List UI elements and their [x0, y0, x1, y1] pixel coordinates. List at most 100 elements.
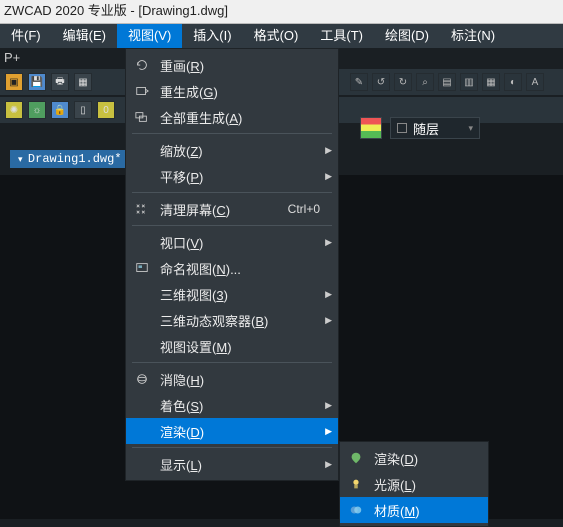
menu-item-label: 重画(R)	[160, 56, 204, 75]
submenu-arrow-icon: ▶	[325, 400, 332, 411]
render-submenu-item[interactable]: 光源(L)	[340, 471, 488, 497]
menu-item-label: 命名视图(N)...	[160, 259, 241, 278]
clean-icon	[132, 199, 152, 219]
view-menu-item[interactable]: 重生成(G)	[126, 78, 338, 104]
view-menu-item[interactable]: 渲染(D)▶	[126, 418, 338, 444]
menu-item-label: 着色(S)	[160, 396, 203, 415]
layer-dropdown[interactable]: 随层	[390, 117, 480, 139]
view-menu-item[interactable]: 消隐(H)	[126, 366, 338, 392]
menu-view[interactable]: 视图(V)	[117, 24, 182, 48]
view-menu-item[interactable]: 全部重生成(A)	[126, 104, 338, 130]
menu-insert[interactable]: 插入(I)	[182, 24, 242, 48]
light-icon	[346, 474, 366, 494]
view-menu-item[interactable]: 视口(V)▶	[126, 229, 338, 255]
layer-icon[interactable]: 🔒	[51, 101, 69, 119]
blank-icon	[132, 232, 152, 252]
preview-icon[interactable]: ▦	[74, 73, 92, 91]
submenu-arrow-icon: ▶	[325, 289, 332, 300]
blank-icon	[132, 140, 152, 160]
namedview-icon	[132, 258, 152, 278]
document-tab[interactable]: Drawing1.dwg*	[10, 150, 130, 168]
view-menu-item[interactable]: 三维动态观察器(B) ▶	[126, 307, 338, 333]
blank-icon	[132, 310, 152, 330]
menu-item-label: 清理屏幕(C)	[160, 200, 230, 219]
menu-item-label: 渲染(D)	[160, 422, 204, 441]
menu-dim[interactable]: 标注(N)	[440, 24, 506, 48]
print-icon[interactable]: 🖶	[51, 73, 69, 91]
submenu-arrow-icon: ▶	[325, 315, 332, 326]
blank-icon	[132, 421, 152, 441]
menubar: 件(F) 编辑(E) 视图(V) 插入(I) 格式(O) 工具(T) 绘图(D)…	[0, 24, 563, 48]
view-menu-item[interactable]: 着色(S) ▶	[126, 392, 338, 418]
menu-item-label: 视图设置(M)	[160, 337, 232, 356]
regenall-icon	[132, 107, 152, 127]
menu-separator	[132, 133, 332, 134]
view-menu-item[interactable]: 重画(R)	[126, 52, 338, 78]
save-icon[interactable]: 💾	[28, 73, 46, 91]
document-tab-label: Drawing1.dwg*	[28, 152, 122, 166]
view-menu-item[interactable]: 清理屏幕(C) Ctrl+0	[126, 196, 338, 222]
render-submenu-item[interactable]: 渲染(D)	[340, 445, 488, 471]
blank-icon	[132, 166, 152, 186]
window-title: ZWCAD 2020 专业版 - [Drawing1.dwg]	[4, 3, 228, 18]
toolbar-icon[interactable]: ▥	[460, 73, 478, 91]
menu-item-label: 显示(L)	[160, 455, 202, 474]
menu-item-label: 渲染(D)	[374, 449, 418, 468]
view-menu-item[interactable]: 视图设置(M)	[126, 333, 338, 359]
menu-item-label: 三维动态观察器(B)	[160, 311, 268, 330]
toolbar-icon[interactable]: ↻	[394, 73, 412, 91]
view-menu-item[interactable]: 显示(L) ▶	[126, 451, 338, 477]
toolbar-icon[interactable]: ⌕	[416, 73, 434, 91]
menu-item-label: 重生成(G)	[160, 82, 218, 101]
menu-edit[interactable]: 编辑(E)	[52, 24, 117, 48]
hide-icon	[132, 369, 152, 389]
open-icon[interactable]: ▣	[5, 73, 23, 91]
view-menu-item[interactable]: 缩放(Z) ▶	[126, 137, 338, 163]
menu-item-label: 缩放(Z)	[160, 141, 203, 160]
menu-item-accel: Ctrl+0	[288, 202, 320, 216]
render-submenu-item[interactable]: 材质(M)	[340, 497, 488, 523]
layer-icon[interactable]: ▯	[74, 101, 92, 119]
toolbar-icon[interactable]: ↺	[372, 73, 390, 91]
layer-dropdown-value: 随层	[413, 119, 439, 138]
submenu-arrow-icon: ▶	[325, 237, 332, 248]
menu-separator	[132, 225, 332, 226]
menu-draw[interactable]: 绘图(D)	[374, 24, 440, 48]
submenu-arrow-icon: ▶	[325, 145, 332, 156]
menu-separator	[132, 362, 332, 363]
toolbar-icon[interactable]: ▤	[438, 73, 456, 91]
layer-icon[interactable]: ✺	[5, 101, 23, 119]
menu-item-label: 三维视图(3)	[160, 285, 228, 304]
menu-separator	[132, 447, 332, 448]
view-menu: 重画(R) 重生成(G) 全部重生成(A) 缩放(Z) ▶ 平移(P) ▶ 清理屏幕(C) Ct…	[125, 48, 339, 481]
toolbar-icon[interactable]: A	[526, 73, 544, 91]
menu-tools[interactable]: 工具(T)	[309, 24, 374, 48]
menu-format[interactable]: 格式(O)	[243, 24, 310, 48]
layer-icon[interactable]: 0	[97, 101, 115, 119]
blank-icon	[132, 336, 152, 356]
menu-item-label: 光源(L)	[374, 475, 416, 494]
material-icon	[346, 500, 366, 520]
menu-item-label: 材质(M)	[374, 501, 420, 520]
submenu-arrow-icon: ▶	[325, 171, 332, 182]
toolbar-icon[interactable]: ◐	[504, 73, 522, 91]
view-menu-item[interactable]: 平移(P) ▶	[126, 163, 338, 189]
menu-item-label: 全部重生成(A)	[160, 108, 242, 127]
blank-icon	[132, 284, 152, 304]
layer-icon[interactable]: ☼	[28, 101, 46, 119]
menu-item-label: 消隐(H)	[160, 370, 204, 389]
swatch-icon	[397, 123, 407, 133]
menu-separator	[132, 192, 332, 193]
view-menu-item[interactable]: 命名视图(N)...	[126, 255, 338, 281]
submenu-arrow-icon: ▶	[325, 459, 332, 470]
menu-item-label: 平移(P)	[160, 167, 203, 186]
toolbar-icon[interactable]: ▦	[482, 73, 500, 91]
toolbar-icon[interactable]: ✎	[350, 73, 368, 91]
view-menu-item[interactable]: 三维视图(3) ▶	[126, 281, 338, 307]
menu-file[interactable]: 件(F)	[0, 24, 52, 48]
blank-icon	[132, 395, 152, 415]
redraw-icon	[132, 55, 152, 75]
render-submenu: 渲染(D) 光源(L) 材质(M)	[339, 441, 489, 527]
window-titlebar: ZWCAD 2020 专业版 - [Drawing1.dwg]	[0, 0, 563, 24]
color-swatch[interactable]	[360, 117, 382, 139]
